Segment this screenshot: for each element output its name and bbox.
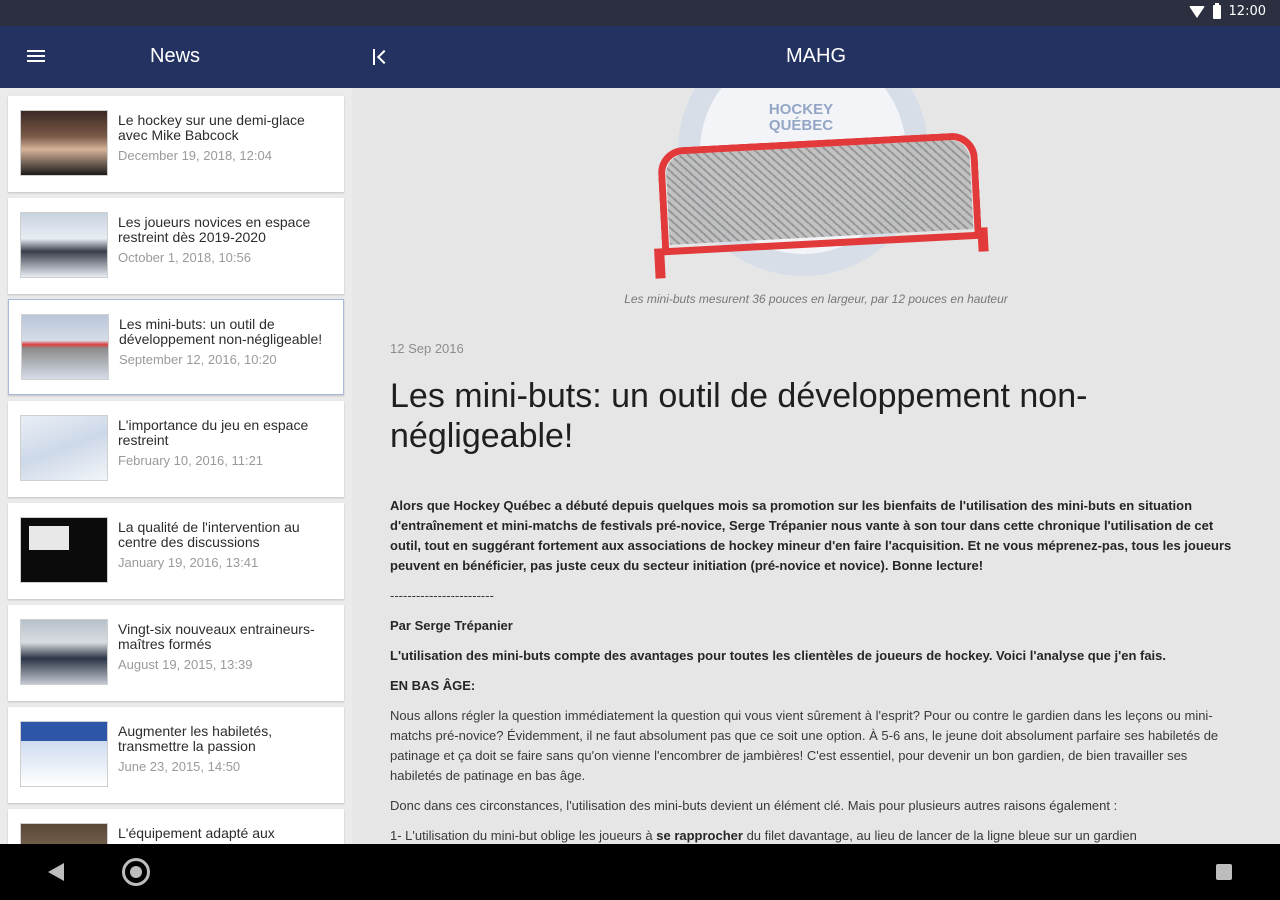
news-thumbnail <box>20 619 108 685</box>
article-lead: L'utilisation des mini-buts compte des a… <box>390 648 1167 663</box>
news-item-selected[interactable]: Les mini-buts: un outil de développement… <box>8 299 344 395</box>
back-icon[interactable] <box>48 863 64 881</box>
news-item-title: Les mini-buts: un outil de développement… <box>119 317 329 368</box>
news-list: Le hockey sur une demi-glace avec Mike B… <box>0 88 352 844</box>
news-item-title: Augmenter les habiletés, transmettre la … <box>118 724 328 775</box>
news-thumbnail <box>20 823 108 844</box>
article-divider: ------------------------ <box>390 588 494 603</box>
news-thumbnail <box>21 314 109 380</box>
news-item-title: La qualité de l'intervention au centre d… <box>118 520 328 571</box>
article-emphasis: se rapprocher <box>656 828 743 843</box>
mini-net-image <box>654 131 989 279</box>
article-author: Par Serge Trépanier <box>390 618 513 633</box>
news-item-title: L'importance du jeu en espace restreint F… <box>118 418 328 469</box>
article-paragraph: Donc dans ces circonstances, l'utilisati… <box>390 798 1118 813</box>
article-intro: Alors que Hockey Québec a débuté depuis … <box>390 498 1232 573</box>
article-date: 12 Sep 2016 <box>390 341 464 356</box>
news-thumbnail <box>20 110 108 176</box>
status-bar: 12:00 <box>0 0 1280 26</box>
news-item[interactable]: Vingt-six nouveaux entraineurs-maîtres f… <box>8 605 344 701</box>
news-thumbnail <box>20 212 108 278</box>
news-item[interactable]: La qualité de l'intervention au centre d… <box>8 503 344 599</box>
news-item[interactable]: Augmenter les habiletés, transmettre la … <box>8 707 344 803</box>
news-thumbnail <box>20 415 108 481</box>
news-item-date: January 19, 2016, 13:41 <box>118 555 259 570</box>
navigation-bar <box>0 844 1280 900</box>
news-item[interactable]: L'importance du jeu en espace restreint F… <box>8 401 344 497</box>
news-item[interactable]: Les joueurs novices en espace restreint … <box>8 198 344 294</box>
detail-title: MAHG <box>786 45 846 67</box>
app-bar: News MAHG <box>0 26 1280 88</box>
news-item-date: February 10, 2016, 11:21 <box>118 453 264 468</box>
battery-icon <box>1212 2 1221 19</box>
status-time: 12:00 <box>1228 4 1266 19</box>
article-body: Alors que Hockey Québec a débuté depuis … <box>390 496 1238 844</box>
menu-icon[interactable] <box>20 46 54 68</box>
news-item-date: September 12, 2016, 10:20 <box>119 352 277 367</box>
news-item-title: Les joueurs novices en espace restreint … <box>118 215 328 266</box>
article-title: Les mini-buts: un outil de développement… <box>390 377 1088 455</box>
article-section-heading: EN BAS ÂGE: <box>390 678 476 693</box>
news-item-title: L'équipement adapté aux <box>118 825 275 841</box>
news-thumbnail <box>20 517 108 583</box>
news-item[interactable]: L'équipement adapté aux <box>8 809 344 844</box>
list-title: News <box>150 45 201 67</box>
news-thumbnail <box>20 721 108 787</box>
news-item-title: Le hockey sur une demi-glace avec Mike B… <box>118 113 328 164</box>
news-item-date: December 19, 2018, 12:04 <box>118 148 272 163</box>
news-item[interactable]: Le hockey sur une demi-glace avec Mike B… <box>8 96 344 192</box>
hero-image: HOCKEY QUÉBEC <box>642 88 989 284</box>
status-icons: 12:00 <box>1188 2 1266 19</box>
image-caption: Les mini-buts mesurent 36 pouces en larg… <box>624 292 1008 306</box>
news-item-date: August 19, 2015, 13:39 <box>118 657 253 672</box>
article-detail: HOCKEY QUÉBEC Les mini-buts mesurent 36 … <box>352 88 1280 844</box>
collapse-panel-icon[interactable] <box>366 42 396 72</box>
news-item-date: October 1, 2018, 10:56 <box>118 250 251 265</box>
recent-apps-icon[interactable] <box>1216 864 1232 880</box>
article-paragraph: Nous allons régler la question immédiate… <box>390 708 1219 783</box>
wifi-icon <box>1188 5 1205 18</box>
news-item-title: Vingt-six nouveaux entraineurs-maîtres f… <box>118 622 328 673</box>
home-icon[interactable] <box>122 858 150 886</box>
article-paragraph: 1- L'utilisation du mini-but oblige les … <box>390 828 1137 843</box>
news-item-date: June 23, 2015, 14:50 <box>118 759 241 774</box>
logo-text: HOCKEY QUÉBEC <box>768 101 834 134</box>
